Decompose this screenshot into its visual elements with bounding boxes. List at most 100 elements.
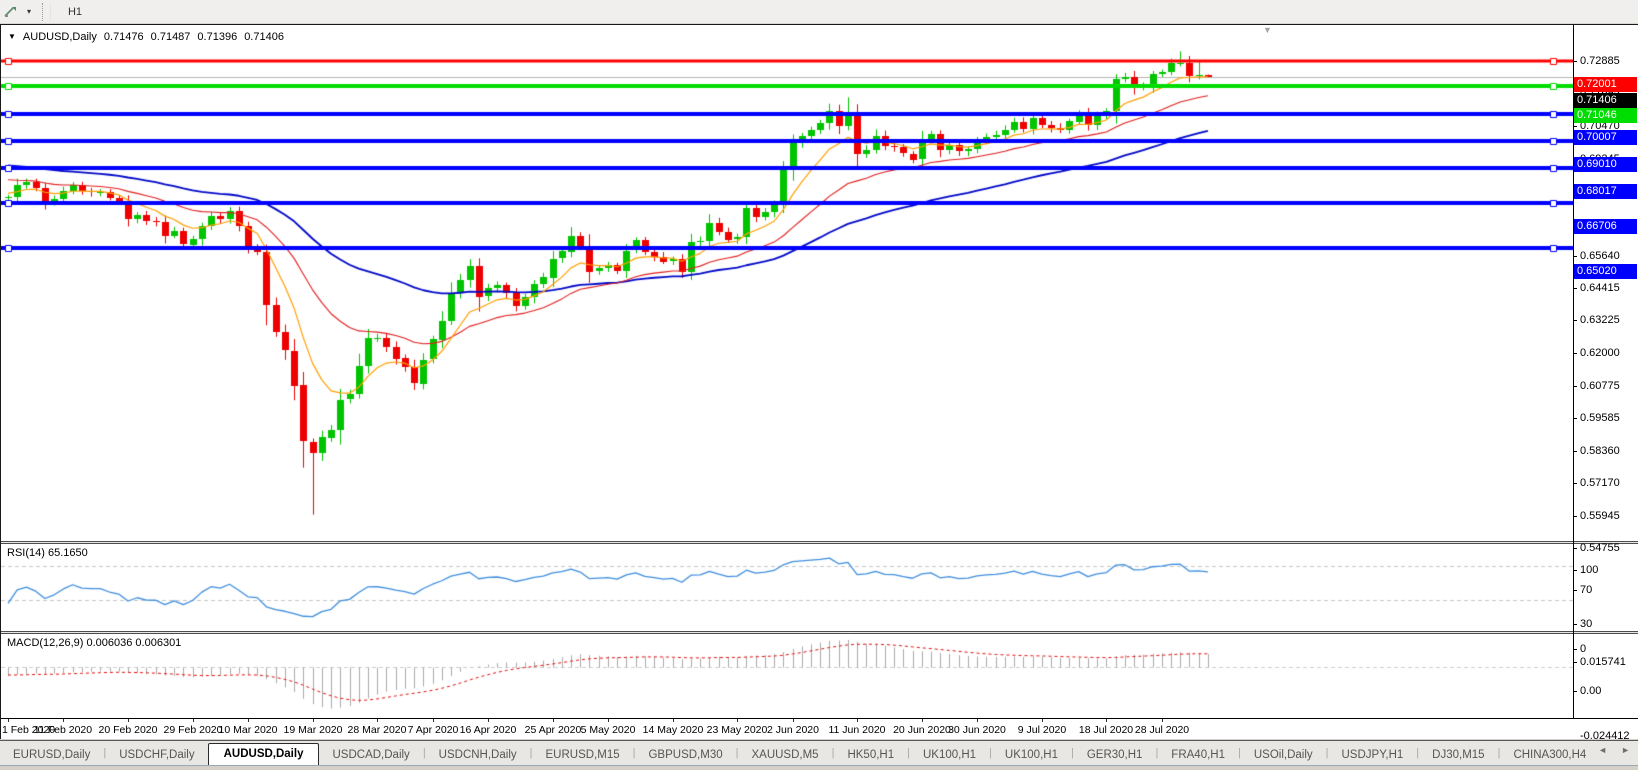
chart-tab-usdcad-daily[interactable]: USDCAD,Daily xyxy=(319,746,422,765)
date-tick-label: 19 Mar 2020 xyxy=(284,724,343,736)
date-tick-mark xyxy=(433,719,434,722)
price-level-badge: 0.66706 xyxy=(1574,219,1637,234)
date-tick-label: 11 Jun 2020 xyxy=(828,724,885,736)
date-tick-label: 25 Apr 2020 xyxy=(525,724,582,736)
rsi-pane-splitter[interactable] xyxy=(1,541,1638,544)
date-tick-mark xyxy=(488,719,489,722)
tab-scroll-left-icon[interactable]: ◄ xyxy=(1598,745,1607,755)
macd-tick-label: 0.00 xyxy=(1580,685,1601,697)
date-tick-label: 29 Feb 2020 xyxy=(164,724,223,736)
chart-tab-dj30-m15[interactable]: DJ30,M15 xyxy=(1419,746,1497,765)
chart-tab-hk50-h1[interactable]: HK50,H1 xyxy=(834,746,907,765)
chart-tab-china300-h4[interactable]: CHINA300,H4 xyxy=(1500,746,1599,765)
chart-tab-xauusd-m5[interactable]: XAUUSD,M5 xyxy=(738,746,831,765)
chart-tab-uk100-h1[interactable]: UK100,H1 xyxy=(992,746,1071,765)
date-tick-mark xyxy=(977,719,978,722)
axis-tick-mark xyxy=(1573,126,1577,127)
mt4-terminal: ▾ M1M5M15M30H1H4D1W1MN ▼ AUDUSD,Daily 0.… xyxy=(0,0,1638,770)
date-tick-label: 5 May 2020 xyxy=(581,724,636,736)
axis-tick-mark xyxy=(1573,624,1577,625)
macd-indicator-label: MACD(12,26,9) 0.006036 0.006301 xyxy=(7,637,181,649)
chart-tab-eurusd-m15[interactable]: EURUSD,M15 xyxy=(532,746,632,765)
chart-tab-eurusd-daily[interactable]: EURUSD,Daily xyxy=(0,746,103,765)
date-tick-mark xyxy=(248,719,249,722)
main-chart-canvas[interactable] xyxy=(1,25,1573,719)
date-tick-mark xyxy=(608,719,609,722)
price-tick-label: 0.60775 xyxy=(1580,380,1620,392)
axis-tick-mark xyxy=(1573,548,1577,549)
price-level-badge: 0.70007 xyxy=(1574,130,1637,145)
toolbar-grip xyxy=(42,3,51,21)
price-level-badge: 0.71046 xyxy=(1574,108,1637,123)
chart-tab-usdjpy-h1[interactable]: USDJPY,H1 xyxy=(1329,746,1417,765)
price-tick-label: 0.65640 xyxy=(1580,250,1620,262)
date-tick-label: 7 Apr 2020 xyxy=(408,724,459,736)
timeframe-toolbar: ▾ M1M5M15M30H1H4D1W1MN xyxy=(0,0,1638,24)
price-level-badge: 0.65020 xyxy=(1574,264,1637,279)
chart-shift-marker-icon[interactable]: ▼ xyxy=(1263,26,1272,35)
chart-tab-usoil-daily[interactable]: USOil,Daily xyxy=(1241,746,1326,765)
date-tick-label: 28 Jul 2020 xyxy=(1135,724,1189,736)
chart-tab-audusd-daily[interactable]: AUDUSD,Daily xyxy=(208,743,320,765)
price-tick-label: 0.55945 xyxy=(1580,510,1620,522)
tab-scroll-right-icon[interactable]: ► xyxy=(1621,745,1630,755)
axis-tick-mark xyxy=(1573,353,1577,354)
rsi-tick-label: 70 xyxy=(1580,584,1592,596)
date-axis[interactable]: 1 Feb 202011 Feb 202020 Feb 202029 Feb 2… xyxy=(1,719,1638,740)
line-tool-icon[interactable] xyxy=(2,4,20,20)
chart-tab-fra40-h1[interactable]: FRA40,H1 xyxy=(1158,746,1238,765)
date-tick-mark xyxy=(673,719,674,722)
date-tick-label: 28 Mar 2020 xyxy=(348,724,407,736)
axis-tick-mark xyxy=(1573,386,1577,387)
chart-window: ▼ AUDUSD,Daily 0.71476 0.71487 0.71396 0… xyxy=(0,24,1638,740)
date-tick-mark xyxy=(922,719,923,722)
rsi-indicator-label: RSI(14) 65.1650 xyxy=(7,547,88,559)
chart-tab-ger30-h1[interactable]: GER30,H1 xyxy=(1074,746,1156,765)
price-tick-label: 0.63225 xyxy=(1580,314,1620,326)
axis-tick-mark xyxy=(1573,256,1577,257)
date-tick-label: 16 Apr 2020 xyxy=(460,724,517,736)
rsi-tick-label: 0 xyxy=(1580,643,1586,655)
price-tick-label: 0.54755 xyxy=(1580,542,1620,554)
window-collapse-icon[interactable]: ▼ xyxy=(8,33,16,41)
date-tick-label: 9 Jul 2020 xyxy=(1018,724,1066,736)
price-tick-label: 0.62000 xyxy=(1580,347,1620,359)
dropdown-caret-icon[interactable]: ▾ xyxy=(20,4,38,20)
axis-tick-mark xyxy=(1573,662,1577,663)
axis-tick-mark xyxy=(1573,61,1577,62)
symbol-period-label: AUDUSD,Daily xyxy=(23,31,97,43)
price-level-badge: 0.72001 xyxy=(1574,77,1637,92)
chart-tab-gbpusd-m30[interactable]: GBPUSD,M30 xyxy=(635,746,735,765)
ohlc-high: 0.71487 xyxy=(151,31,191,43)
chart-tab-usdcnh-daily[interactable]: USDCNH,Daily xyxy=(426,746,530,765)
axis-tick-mark xyxy=(1573,483,1577,484)
ohlc-close: 0.71406 xyxy=(244,31,284,43)
date-tick-label: 10 Mar 2020 xyxy=(219,724,278,736)
chart-tab-usdchf-daily[interactable]: USDCHF,Daily xyxy=(106,746,207,765)
date-tick-mark xyxy=(793,719,794,722)
date-tick-label: 18 Jul 2020 xyxy=(1079,724,1133,736)
axis-tick-mark xyxy=(1573,570,1577,571)
axis-tick-mark xyxy=(1573,451,1577,452)
date-tick-mark xyxy=(737,719,738,722)
date-tick-mark xyxy=(63,719,64,722)
chart-tab-uk100-h1[interactable]: UK100,H1 xyxy=(910,746,989,765)
date-tick-label: 11 Feb 2020 xyxy=(34,724,92,736)
macd-pane-splitter[interactable] xyxy=(1,631,1638,634)
price-tick-label: 0.57170 xyxy=(1580,477,1620,489)
date-tick-mark xyxy=(377,719,378,722)
date-tick-mark xyxy=(313,719,314,722)
timeframe-button-h1[interactable]: H1 xyxy=(57,3,93,21)
ohlc-open: 0.71476 xyxy=(104,31,144,43)
rsi-tick-label: 30 xyxy=(1580,618,1592,630)
date-tick-label: 30 Jun 2020 xyxy=(948,724,1006,736)
date-tick-mark xyxy=(1106,719,1107,722)
axis-tick-mark xyxy=(1573,516,1577,517)
macd-tick-label: -0.024412 xyxy=(1580,730,1630,742)
date-tick-mark xyxy=(193,719,194,722)
date-tick-label: 2 Jun 2020 xyxy=(767,724,819,736)
chart-title: ▼ AUDUSD,Daily 0.71476 0.71487 0.71396 0… xyxy=(8,31,284,43)
date-tick-mark xyxy=(8,719,9,722)
date-tick-label: 20 Feb 2020 xyxy=(99,724,158,736)
date-tick-label: 23 May 2020 xyxy=(707,724,768,736)
